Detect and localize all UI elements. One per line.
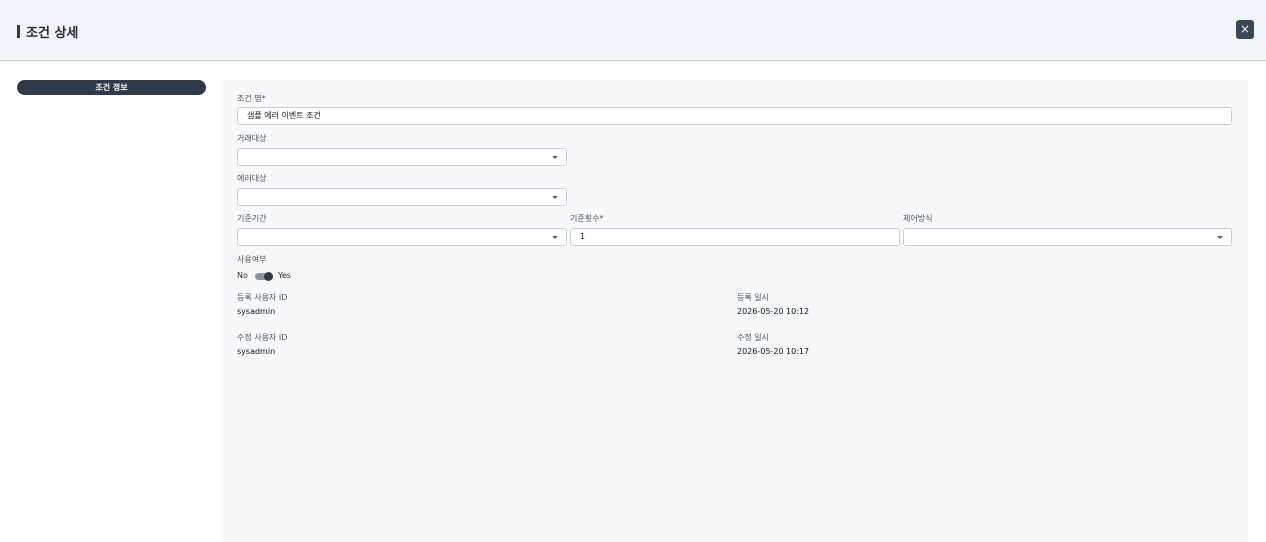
chevron-down-icon — [552, 196, 558, 199]
base-count-input[interactable]: 1 — [570, 228, 900, 246]
chevron-down-icon — [1217, 236, 1223, 239]
close-icon: × — [1239, 22, 1251, 36]
error-target-label: 에러대상 — [237, 174, 267, 183]
chevron-down-icon — [552, 156, 558, 159]
modal-header: 조건 상세 × — [0, 0, 1266, 61]
condition-name-label: 조건 명* — [237, 94, 266, 103]
reg-user-label: 등록 사용자 ID — [237, 293, 288, 302]
mod-date-value: 2026-05-20 10:17 — [737, 347, 810, 356]
title-accent-bar — [17, 25, 20, 38]
reg-user-value: sysadmin — [237, 307, 276, 316]
base-count-label: 기준횟수* — [570, 214, 604, 223]
control-method-select[interactable] — [903, 228, 1232, 246]
toggle-off-label: No — [237, 271, 248, 280]
mod-user-label: 수정 사용자 ID — [237, 333, 288, 342]
close-button[interactable]: × — [1236, 20, 1254, 39]
trade-target-select[interactable] — [237, 148, 567, 166]
use-flag-label: 사용여부 — [237, 255, 267, 264]
base-count-value: 1 — [580, 232, 586, 241]
reg-date-value: 2026-05-20 10:12 — [737, 307, 810, 316]
chevron-down-icon — [552, 236, 558, 239]
error-target-select[interactable] — [237, 188, 567, 206]
base-period-select[interactable] — [237, 228, 567, 246]
toggle-knob — [264, 272, 273, 281]
page-title: 조건 상세 — [26, 26, 79, 41]
mod-date-label: 수정 일시 — [737, 333, 769, 342]
mod-user-value: sysadmin — [237, 347, 276, 356]
control-method-label: 제어방식 — [903, 214, 933, 223]
reg-date-label: 등록 일시 — [737, 293, 769, 302]
condition-name-input[interactable]: 샘플 에러 이벤트 조건 — [237, 107, 1232, 125]
condition-name-value: 샘플 에러 이벤트 조건 — [247, 111, 321, 120]
trade-target-label: 거래대상 — [237, 134, 267, 143]
base-period-label: 기준기간 — [237, 214, 267, 223]
toggle-on-label: Yes — [278, 271, 291, 280]
sidebar-item-condition-info[interactable]: 조건 정보 — [17, 80, 206, 95]
